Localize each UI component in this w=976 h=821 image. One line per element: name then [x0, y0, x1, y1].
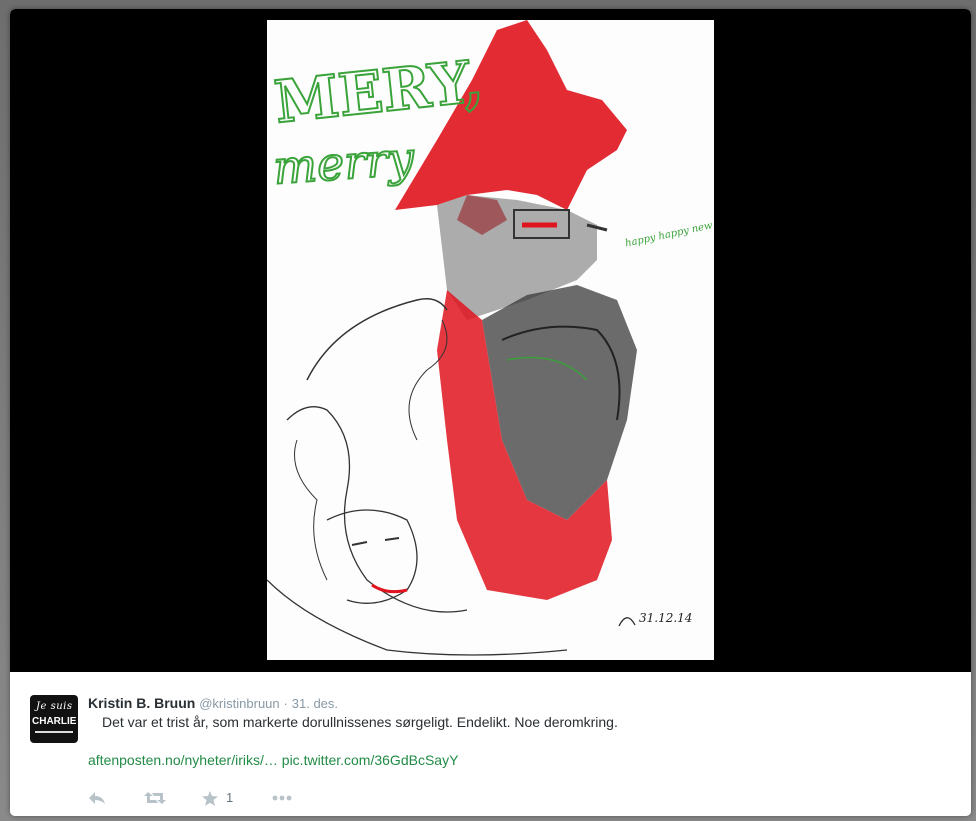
tweet-text: Det var et trist år, som markerte dorull… [102, 714, 618, 730]
tweet-photo[interactable]: MERY, merry happy happy new old ever aft… [267, 20, 714, 660]
more-icon [272, 795, 292, 801]
media-stage: MERY, merry happy happy new old ever aft… [10, 9, 971, 672]
reply-button[interactable] [88, 788, 106, 808]
drawing-text-merry-lower: merry [272, 131, 417, 195]
author-fullname[interactable]: Kristin B. Bruun [88, 695, 195, 711]
tweet-header: Kristin B. Bruun @kristinbruun · 31. des… [88, 695, 338, 711]
retweet-button[interactable] [144, 788, 166, 808]
santa-drawing: MERY, merry happy happy new old ever aft… [267, 20, 714, 660]
tweet-timestamp[interactable]: 31. des. [292, 696, 338, 711]
pic-link[interactable]: pic.twitter.com/36GdBcSayY [282, 752, 459, 768]
author-username[interactable]: @kristinbruun [199, 696, 279, 711]
avatar[interactable]: Je suis CHARLIE [30, 695, 78, 743]
media-modal: MERY, merry happy happy new old ever aft… [10, 9, 971, 816]
more-button[interactable] [272, 788, 292, 808]
header-separator: · [283, 696, 288, 711]
drawing-date: 31.12.14 [639, 611, 692, 625]
avatar-line-2: CHARLIE [32, 716, 77, 727]
star-icon [202, 790, 218, 806]
article-link[interactable]: aftenposten.no/nyheter/iriks/… [88, 752, 278, 768]
tweet-links: aftenposten.no/nyheter/iriks/… pic.twitt… [88, 752, 458, 768]
retweet-icon [144, 792, 166, 804]
tweet: Je suis CHARLIE Kristin B. Bruun @kristi… [10, 672, 971, 816]
reply-icon [89, 792, 105, 804]
avatar-line-1: Je suis [36, 701, 73, 712]
favorite-button[interactable]: 1 [202, 788, 233, 808]
favorite-count: 1 [226, 790, 234, 805]
avatar-rule [35, 731, 73, 733]
